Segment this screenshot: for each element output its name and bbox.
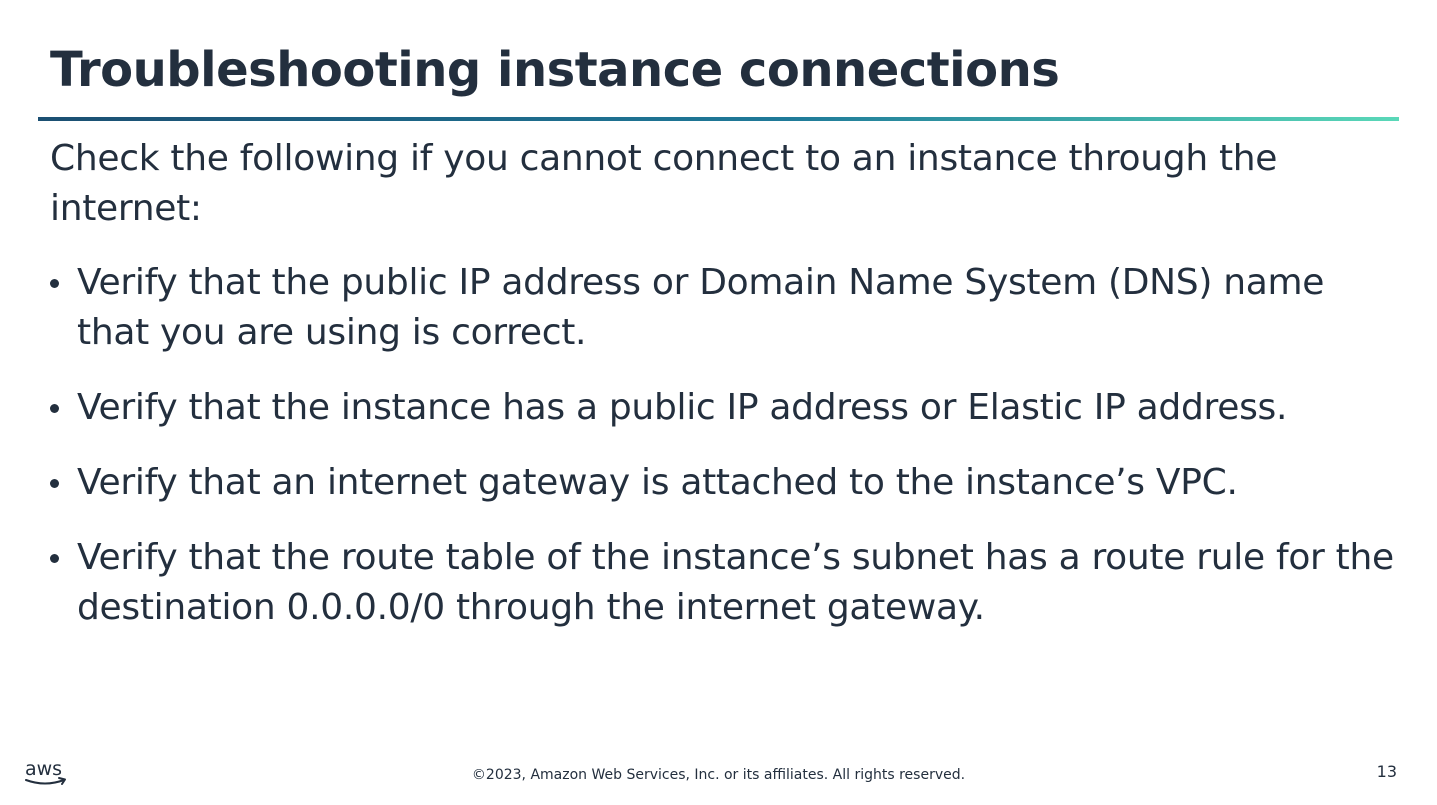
bullet-item: Verify that the public IP address or Dom…	[50, 258, 1400, 358]
bullet-dot-icon	[50, 279, 59, 288]
bullet-dot-icon	[50, 404, 59, 413]
title-divider	[38, 117, 1399, 121]
bullet-text: Verify that the instance has a public IP…	[77, 387, 1288, 428]
bullet-list: Verify that the public IP address or Dom…	[50, 258, 1400, 633]
copyright-text: ©2023, Amazon Web Services, Inc. or its …	[471, 767, 966, 783]
intro-text: Check the following if you cannot connec…	[50, 138, 1278, 229]
page-number: 13	[1376, 762, 1397, 781]
bullet-item: Verify that the route table of the insta…	[50, 533, 1400, 633]
bullet-dot-icon	[50, 554, 59, 563]
bullet-text: Verify that the route table of the insta…	[77, 537, 1394, 628]
slide-content: Check the following if you cannot connec…	[50, 134, 1400, 658]
bullet-text: Verify that an internet gateway is attac…	[77, 462, 1238, 503]
slide-title: Troubleshooting instance connections	[50, 42, 1060, 98]
slide: Troubleshooting instance connections Che…	[0, 0, 1437, 805]
bullet-text: Verify that the public IP address or Dom…	[77, 262, 1325, 353]
bullet-item: Verify that the instance has a public IP…	[50, 383, 1400, 433]
bullet-item: Verify that an internet gateway is attac…	[50, 458, 1400, 508]
bullet-dot-icon	[50, 479, 59, 488]
